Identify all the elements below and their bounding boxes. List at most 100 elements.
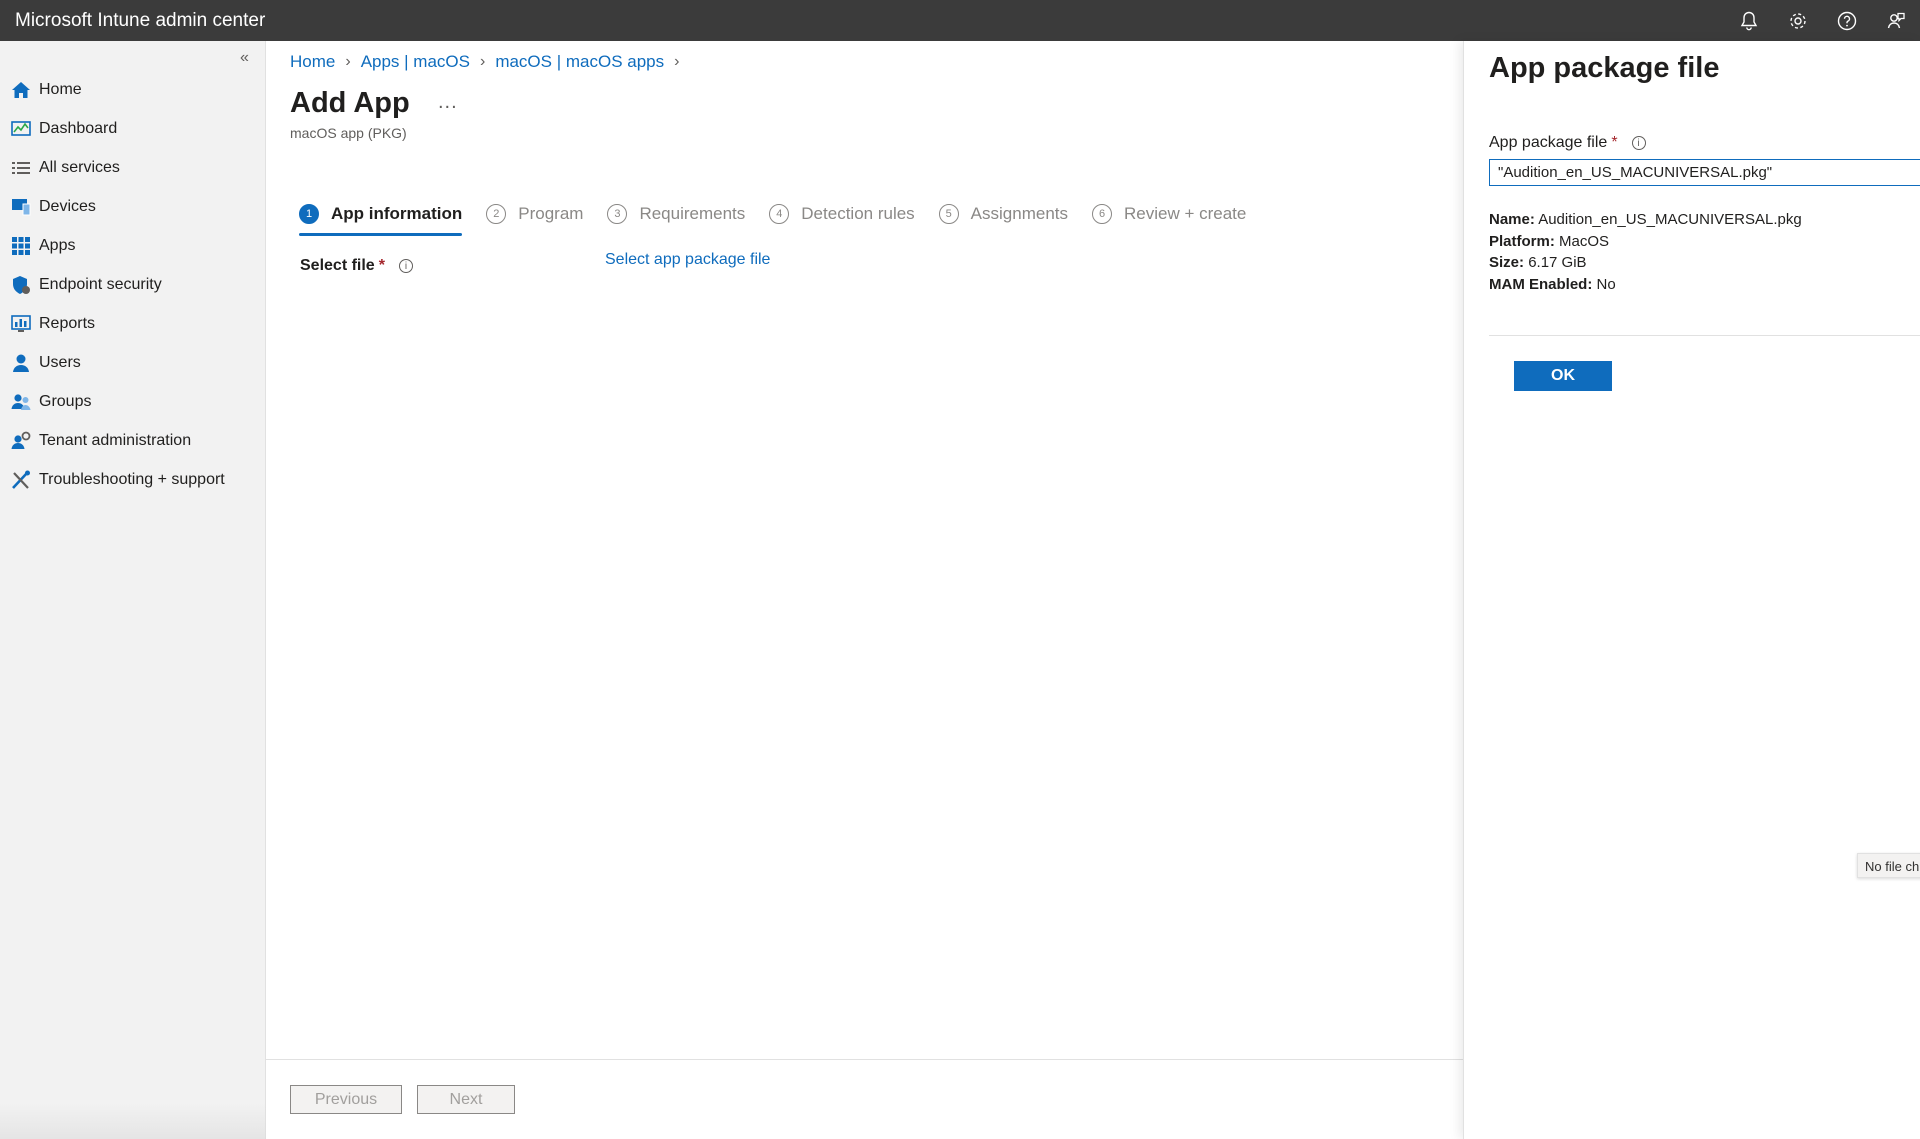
sidebar-item-troubleshooting[interactable]: Troubleshooting + support [0, 460, 266, 499]
sidebar-item-dashboard[interactable]: Dashboard [0, 109, 266, 148]
sidebar-item-label: Tenant administration [39, 431, 192, 449]
step-review-create[interactable]: 6 Review + create [1092, 198, 1246, 230]
detail-mam-value: No [1596, 275, 1616, 293]
detail-platform: Platform: MacOS [1489, 231, 1802, 253]
apps-icon [10, 235, 32, 257]
chevron-right-icon: › [674, 53, 680, 70]
detail-name: Name: Audition_en_US_MACUNIVERSAL.pkg [1489, 209, 1802, 231]
main-content: Home › Apps | macOS › macOS | macOS apps… [266, 41, 1463, 1139]
required-marker: * [1611, 134, 1618, 151]
step-number: 6 [1092, 204, 1112, 224]
step-number: 3 [607, 204, 628, 224]
sidebar-item-label: Troubleshooting + support [39, 470, 225, 488]
step-assignments[interactable]: 5 Assignments [938, 198, 1068, 230]
divider [1489, 335, 1920, 336]
step-detection-rules[interactable]: 4 Detection rules [769, 198, 915, 230]
sidebar-item-reports[interactable]: Reports [0, 304, 266, 343]
select-app-package-file-link[interactable]: Select app package file [605, 251, 770, 269]
chevron-right-icon: › [479, 53, 486, 70]
step-number: 2 [486, 204, 507, 224]
step-label: Program [518, 204, 584, 223]
sidebar-item-groups[interactable]: Groups [0, 382, 266, 421]
select-file-text: Select file [300, 257, 375, 274]
detail-size-value: 6.17 GiB [1528, 254, 1587, 271]
detail-platform-label: Platform: [1489, 232, 1555, 250]
info-icon[interactable]: i [398, 259, 413, 273]
detail-platform-value: MacOS [1559, 232, 1610, 250]
sidebar-item-label: Reports [39, 314, 96, 332]
package-details: Name: Audition_en_US_MACUNIVERSAL.pkg Pl… [1489, 209, 1802, 295]
detail-mam-label: MAM Enabled: [1489, 275, 1593, 293]
list-icon [10, 157, 32, 179]
no-file-tooltip: No file ch [1857, 853, 1920, 878]
sidebar-item-label: Apps [39, 236, 76, 254]
detail-name-label: Name: [1489, 211, 1535, 228]
sidebar-item-tenant-administration[interactable]: Tenant administration [0, 421, 266, 460]
detail-size: Size: 6.17 GiB [1489, 252, 1802, 274]
wizard-steps: 1 App information 2 Program 3 Requiremen… [299, 198, 1270, 236]
breadcrumb: Home › Apps | macOS › macOS | macOS apps… [290, 52, 689, 72]
breadcrumb-apps-macos[interactable]: Apps | macOS [361, 52, 470, 72]
step-program[interactable]: 2 Program [486, 198, 583, 230]
shield-icon [10, 274, 32, 296]
sidebar-bottom-shade [0, 1103, 266, 1139]
breadcrumb-home[interactable]: Home [290, 52, 335, 72]
devices-icon [10, 196, 32, 218]
step-requirements[interactable]: 3 Requirements [607, 198, 745, 230]
app-package-file-panel: App package file App package file * i Na… [1463, 41, 1920, 1139]
bell-icon[interactable] [1724, 0, 1773, 41]
step-label: Requirements [639, 204, 746, 223]
tenant-icon [10, 430, 32, 452]
previous-button[interactable]: Previous [290, 1085, 402, 1114]
tools-icon [10, 469, 32, 491]
info-icon[interactable]: i [1631, 136, 1646, 150]
app-package-file-label: App package file * i [1489, 134, 1646, 152]
more-options-icon[interactable]: ... [438, 91, 458, 114]
groups-icon [10, 391, 32, 413]
home-icon [10, 79, 32, 101]
detail-size-label: Size: [1489, 254, 1525, 271]
sidebar-nav: Home Dashboard All services Devices Apps… [0, 70, 266, 499]
app-package-file-input[interactable] [1489, 159, 1920, 186]
next-button[interactable]: Next [417, 1085, 515, 1114]
step-app-information[interactable]: 1 App information [299, 198, 463, 236]
step-label: Assignments [970, 204, 1068, 223]
sidebar-item-label: Endpoint security [39, 275, 162, 293]
app-title: Microsoft Intune admin center [15, 9, 266, 31]
sidebar-item-all-services[interactable]: All services [0, 148, 266, 187]
reports-icon [10, 313, 32, 335]
sidebar-item-label: All services [39, 158, 120, 176]
page-title: Add App [290, 87, 410, 119]
app-package-file-label-text: App package file [1489, 134, 1608, 151]
step-label: Review + create [1124, 204, 1247, 223]
sidebar-item-endpoint-security[interactable]: Endpoint security [0, 265, 266, 304]
sidebar-item-label: Groups [39, 392, 92, 410]
sidebar-item-apps[interactable]: Apps [0, 226, 266, 265]
select-file-label: Select file * i [300, 257, 413, 275]
user-icon [10, 352, 32, 374]
detail-mam: MAM Enabled: No [1489, 274, 1802, 296]
ok-button[interactable]: OK [1514, 361, 1612, 391]
feedback-icon[interactable] [1871, 0, 1920, 41]
step-label: Detection rules [801, 204, 915, 223]
step-label: App information [331, 204, 463, 223]
wizard-footer: Previous Next [266, 1059, 1463, 1139]
sidebar-item-label: Dashboard [39, 119, 118, 137]
required-marker: * [378, 257, 385, 274]
gear-icon[interactable] [1773, 0, 1822, 41]
sidebar-item-users[interactable]: Users [0, 343, 266, 382]
sidebar-item-label: Home [39, 80, 82, 98]
sidebar: « Home Dashboard All services Devices Ap… [0, 41, 266, 1139]
breadcrumb-macos-apps[interactable]: macOS | macOS apps [495, 52, 664, 72]
detail-name-value: Audition_en_US_MACUNIVERSAL.pkg [1538, 211, 1802, 228]
top-bar-icons [1724, 0, 1920, 41]
collapse-sidebar-icon[interactable]: « [240, 49, 249, 67]
dashboard-icon [10, 118, 32, 140]
help-icon[interactable] [1822, 0, 1871, 41]
sidebar-item-devices[interactable]: Devices [0, 187, 266, 226]
sidebar-item-home[interactable]: Home [0, 70, 266, 109]
page-subtitle: macOS app (PKG) [290, 125, 407, 141]
panel-title: App package file [1489, 52, 1720, 84]
step-number: 1 [299, 204, 319, 224]
step-number: 4 [769, 204, 790, 224]
